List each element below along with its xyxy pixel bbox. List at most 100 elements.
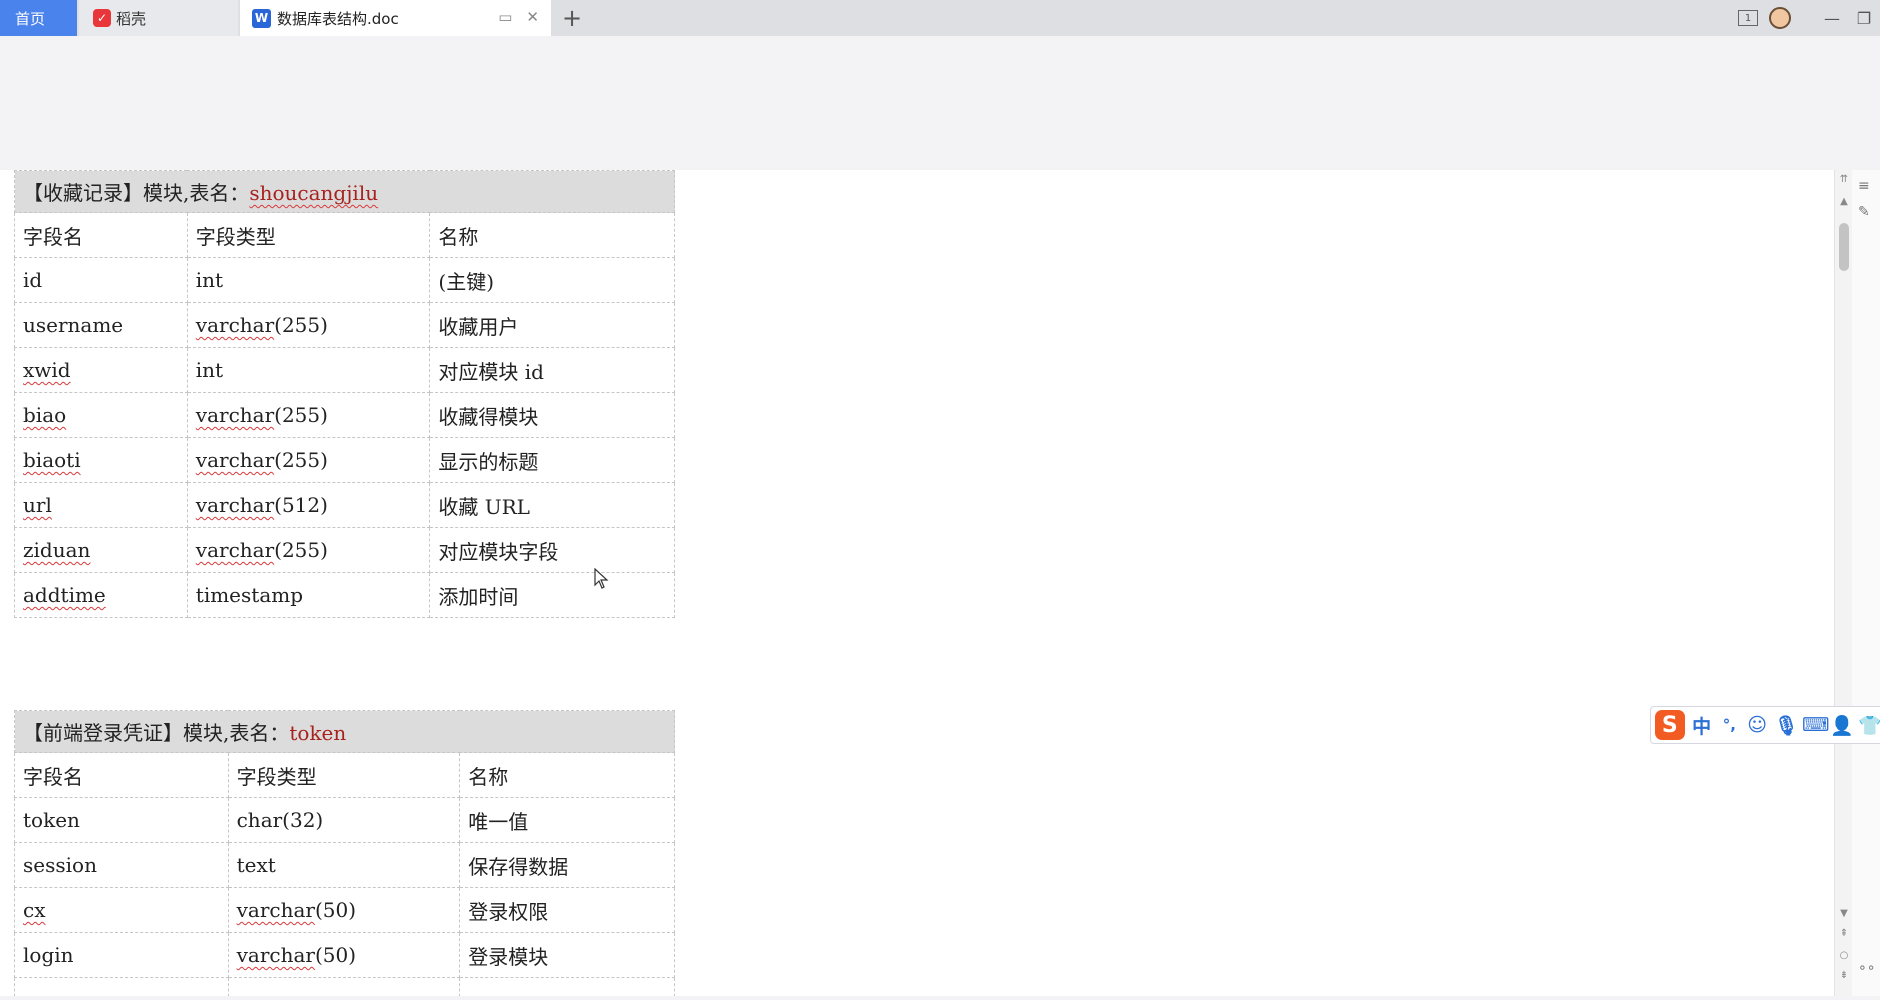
field-type-cell: char(32) [227, 797, 461, 843]
table-token: 【前端登录凭证】模块,表名：token 字段名 字段类型 名称 token ch… [14, 710, 675, 996]
next-page-icon[interactable]: ⇟ [1837, 970, 1851, 981]
microphone-icon[interactable]: 🎙 [1774, 714, 1798, 737]
field-desc-cell: 显示的标题 [429, 437, 675, 483]
daoke-logo-icon: ✓ [93, 9, 111, 27]
table-title-row: 【前端登录凭证】模块,表名：token [14, 710, 675, 753]
panel-toggle-icon[interactable]: ≡ [1858, 178, 1870, 194]
field-desc-cell: (主键) [429, 257, 675, 303]
tab-daoke[interactable]: ✓ 稻壳 [79, 0, 238, 36]
table-row: cx varchar(50) 登录权限 [14, 887, 675, 933]
table-name: token [289, 721, 347, 745]
field-type-cell: timestamp [186, 572, 431, 618]
table-name: shoucangjilu [249, 181, 379, 205]
tab-document-label: 数据库表结构.doc [277, 9, 399, 28]
avatar [1769, 7, 1791, 29]
table-row: username varchar(255) 收藏用户 [14, 302, 675, 348]
field-desc-cell [459, 977, 675, 996]
field-name-cell: xwid [14, 347, 188, 393]
sogou-logo-icon[interactable]: S [1655, 710, 1685, 740]
field-desc-cell: 唯一值 [459, 797, 675, 843]
minimize-button[interactable]: — [1816, 0, 1848, 36]
field-type-cell: int [186, 347, 431, 393]
user-icon[interactable]: 👤 [1830, 714, 1854, 737]
skin-shirt-icon[interactable]: 👕 [1858, 714, 1880, 737]
field-type-cell: varchar(50) [227, 932, 461, 978]
field-name-cell: cx [14, 887, 229, 933]
table-row: biao varchar(255) 收藏得模块 [14, 392, 675, 438]
ime-language-toggle[interactable]: 中 [1691, 712, 1713, 739]
field-desc-cell: 登录模块 [459, 932, 675, 978]
table-row: xwid int 对应模块 id [14, 347, 675, 393]
window-controls: 1 — ❐ [1732, 0, 1880, 36]
field-name-cell [14, 977, 229, 996]
field-type-cell: varchar(255) [186, 302, 431, 348]
prev-page-icon[interactable]: ⇞ [1837, 928, 1851, 939]
restore-window-icon[interactable]: ▭ [498, 8, 512, 26]
field-name-cell: addtime [14, 572, 188, 618]
field-name-cell: login [14, 932, 229, 978]
tab-daoke-label: 稻壳 [116, 9, 147, 28]
emoji-icon[interactable]: ☺ [1746, 714, 1768, 736]
field-name-cell: token [14, 797, 229, 843]
table-header-row: 字段名 字段类型 名称 [14, 212, 675, 258]
scroll-up-arrow-icon[interactable]: ▲ [1837, 196, 1851, 207]
field-type-cell: varchar(50) [227, 887, 461, 933]
more-icon[interactable]: ∘∘ [1858, 960, 1876, 976]
header-cell: 字段类型 [186, 212, 431, 258]
table-title: 【前端登录凭证】模块,表名：token [14, 710, 675, 753]
table-shoucangjilu: 【收藏记录】模块,表名：shoucangjilu 字段名 字段类型 名称 id … [14, 170, 675, 618]
field-desc-cell: 收藏得模块 [429, 392, 675, 438]
table-row: login varchar(50) 登录模块 [14, 932, 675, 978]
close-tab-icon[interactable]: ✕ [526, 8, 539, 26]
keyboard-icon[interactable]: ⌨ [1802, 714, 1829, 736]
layout-button[interactable]: 1 [1732, 0, 1764, 36]
field-desc-cell: 收藏用户 [429, 302, 675, 348]
table-row: id int (主键) [14, 257, 675, 303]
table-row: token char(32) 唯一值 [14, 797, 675, 843]
table-row: addtime timestamp 添加时间 [14, 572, 675, 618]
field-name-cell: biaoti [14, 437, 188, 483]
tab-document[interactable]: W 数据库表结构.doc ▭ ✕ [240, 0, 551, 36]
scroll-thumb[interactable] [1839, 223, 1849, 271]
select-browse-object-icon[interactable]: ○ [1837, 950, 1851, 961]
field-type-cell: varchar(255) [186, 392, 431, 438]
field-type-cell: int [186, 257, 431, 303]
new-tab-plus-icon[interactable]: + [562, 4, 582, 32]
table-title-prefix: 【前端登录凭证】模块,表名： [23, 721, 290, 745]
field-type-cell: varchar(512) [186, 482, 431, 528]
tab-bar: 首页 ✓ 稻壳 W 数据库表结构.doc ▭ ✕ + 1 — ❐ [0, 0, 1880, 36]
header-cell: 字段名 [14, 752, 229, 798]
scroll-top-icon[interactable]: ⇈ [1837, 174, 1851, 185]
field-desc-cell: 对应模块 id [429, 347, 675, 393]
field-type-cell: varchar(255) [186, 527, 431, 573]
separator [1796, 0, 1816, 36]
field-desc-cell: 对应模块字段 [429, 527, 675, 573]
header-cell: 字段名 [14, 212, 188, 258]
document-page[interactable]: 【收藏记录】模块,表名：shoucangjilu 字段名 字段类型 名称 id … [0, 170, 1834, 996]
field-name-cell: session [14, 842, 229, 888]
table-row [14, 977, 675, 996]
field-type-cell [227, 977, 461, 996]
maximize-icon: ❐ [1856, 8, 1872, 28]
mouse-cursor-icon [594, 568, 609, 589]
minimize-icon: — [1824, 8, 1840, 28]
layout-icon: 1 [1738, 10, 1758, 26]
right-side-rail: ≡ ✎ ∘∘ [1852, 170, 1880, 996]
table-row: biaoti varchar(255) 显示的标题 [14, 437, 675, 483]
field-name-cell: biao [14, 392, 188, 438]
field-name-cell: ziduan [14, 527, 188, 573]
table-row: ziduan varchar(255) 对应模块字段 [14, 527, 675, 573]
field-name-cell: url [14, 482, 188, 528]
vertical-scrollbar[interactable]: ⇈ ▲ ▼ ⇞ ○ ⇟ [1834, 170, 1853, 996]
ime-punctuation-toggle[interactable]: °, [1718, 716, 1740, 734]
field-desc-cell: 保存得数据 [459, 842, 675, 888]
header-cell: 名称 [459, 752, 675, 798]
maximize-button[interactable]: ❐ [1848, 0, 1880, 36]
avatar-button[interactable] [1764, 0, 1796, 36]
table-row: url varchar(512) 收藏 URL [14, 482, 675, 528]
tab-home[interactable]: 首页 [0, 0, 77, 36]
ime-toolbar: S 中 °, ☺ 🎙 ⌨ 👤 👕 [1650, 706, 1880, 744]
field-type-cell: text [227, 842, 461, 888]
pen-edit-icon[interactable]: ✎ [1858, 204, 1870, 220]
scroll-down-arrow-icon[interactable]: ▼ [1837, 908, 1851, 919]
